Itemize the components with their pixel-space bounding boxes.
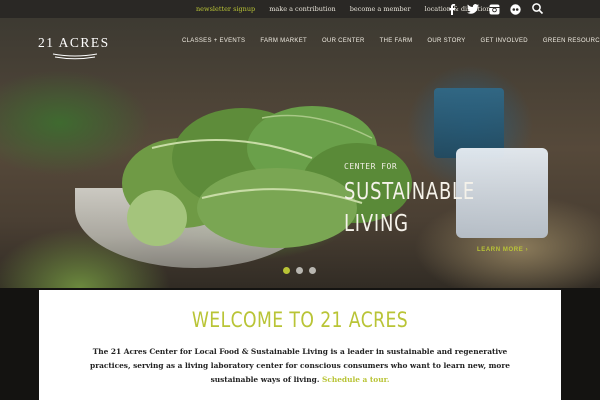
- learn-more-link[interactable]: LEARN MORE ›: [477, 247, 528, 253]
- nav-our-center[interactable]: OUR CENTER: [322, 38, 365, 50]
- slide-dot-1[interactable]: [283, 267, 290, 274]
- nav-classes-events[interactable]: CLASSES + EVENTS: [182, 38, 245, 50]
- schedule-tour-link[interactable]: Schedule a tour.: [322, 375, 389, 384]
- hero-title-line-1: SUSTAINABLE: [344, 179, 475, 205]
- hero-title-line-2: LIVING: [344, 211, 409, 237]
- logo-text: 21 ACRES: [38, 35, 110, 50]
- newsletter-signup-link[interactable]: newsletter signup: [196, 5, 255, 13]
- facebook-icon[interactable]: [446, 3, 458, 15]
- slide-dot-3[interactable]: [309, 267, 316, 274]
- main-nav: CLASSES + EVENTS FARM MARKET OUR CENTER …: [182, 38, 600, 50]
- nav-our-story[interactable]: OUR STORY: [427, 38, 465, 50]
- nav-get-involved[interactable]: GET INVOLVED: [481, 38, 528, 50]
- site-logo[interactable]: 21 ACRES: [38, 35, 114, 65]
- welcome-card: WELCOME TO 21 ACRES The 21 Acres Center …: [39, 290, 561, 400]
- nav-the-farm[interactable]: THE FARM: [380, 38, 413, 50]
- utility-bar: newsletter signup make a contribution be…: [0, 0, 600, 18]
- social-links: [446, 2, 521, 16]
- become-member-link[interactable]: become a member: [350, 5, 411, 13]
- twitter-icon[interactable]: [467, 3, 479, 15]
- slide-dot-2[interactable]: [296, 267, 303, 274]
- nav-green-resources[interactable]: GREEN RESOURCES: [543, 38, 600, 50]
- nav-farm-market[interactable]: FARM MARKET: [260, 38, 307, 50]
- logo-mark-icon: [52, 53, 98, 60]
- welcome-body-text: The 21 Acres Center for Local Food & Sus…: [90, 347, 510, 384]
- slider-dots: [283, 267, 316, 274]
- hero-banner: 21 ACRES CLASSES + EVENTS FARM MARKET OU…: [0, 18, 600, 308]
- page: newsletter signup make a contribution be…: [0, 0, 600, 400]
- flickr-icon[interactable]: [509, 3, 521, 15]
- hero-title: SUSTAINABLE LIVING: [344, 176, 475, 240]
- hero-subtitle: CENTER FOR: [344, 162, 398, 171]
- welcome-body: The 21 Acres Center for Local Food & Sus…: [79, 345, 521, 387]
- make-contribution-link[interactable]: make a contribution: [269, 5, 336, 13]
- search-icon[interactable]: [531, 2, 545, 16]
- instagram-icon[interactable]: [488, 3, 500, 15]
- welcome-title: WELCOME TO 21 ACRES: [191, 308, 409, 332]
